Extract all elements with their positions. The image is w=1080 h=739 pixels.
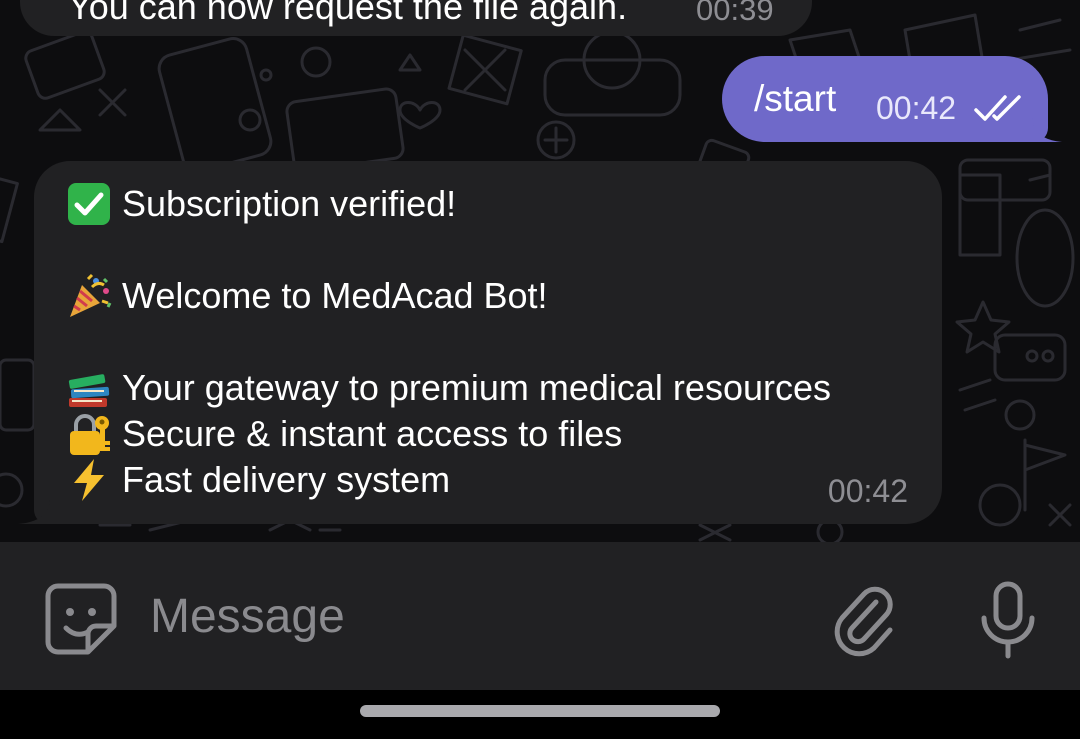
bot-message-time: 00:42 (827, 473, 908, 509)
message-line-subscription: Subscription verified! (66, 181, 456, 227)
lock-with-key-emoji (66, 411, 112, 457)
outgoing-message-time: 00:42 (876, 90, 957, 126)
double-check-icon (974, 95, 1021, 121)
message-input[interactable] (150, 586, 790, 646)
message-line-text: Welcome to MedAcad Bot! (122, 275, 548, 316)
outgoing-message-text: /start (754, 78, 837, 119)
check-mark-button-emoji (66, 181, 112, 227)
paperclip-icon[interactable] (832, 582, 896, 658)
bot-message-bubble[interactable]: Subscription verified! Welcome to MedAca… (18, 161, 942, 524)
message-composer (0, 542, 1080, 690)
message-line-text: Your gateway to premium medical resource… (122, 367, 831, 408)
home-indicator[interactable] (360, 705, 720, 717)
bubble-tail (18, 500, 50, 524)
sticker-icon[interactable] (44, 582, 118, 656)
party-popper-emoji (66, 273, 112, 319)
system-navigation-bar (0, 690, 1080, 739)
message-line-gateway: Your gateway to premium medical resource… (66, 365, 831, 411)
message-line-welcome: Welcome to MedAcad Bot! (66, 273, 548, 319)
books-emoji (66, 365, 112, 411)
high-voltage-emoji (66, 457, 112, 503)
message-line-secure: Secure & instant access to files (66, 411, 622, 457)
previous-message-text: You can now request the file again. (68, 0, 628, 27)
microphone-icon[interactable] (976, 580, 1040, 660)
previous-message-time: 00:39 (696, 0, 774, 27)
bubble-tail (1032, 118, 1062, 142)
outgoing-message-bubble[interactable]: /start 00:42 (722, 56, 1062, 142)
message-line-delivery: Fast delivery system (66, 457, 450, 503)
message-line-text: Subscription verified! (122, 183, 457, 224)
message-line-text: Secure & instant access to files (122, 413, 623, 454)
message-line-text: Fast delivery system (122, 459, 451, 500)
